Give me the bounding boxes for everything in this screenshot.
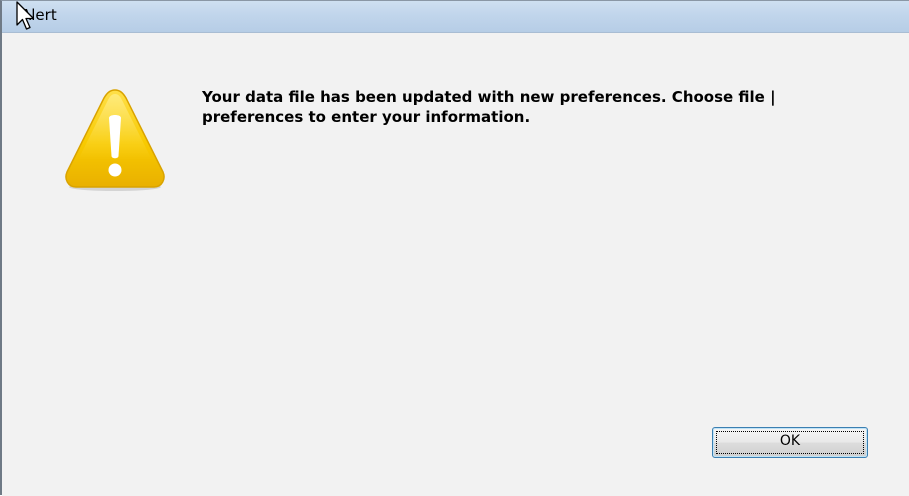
alert-message: Your data file has been updated with new… [202,88,776,126]
window-title: Alert [21,6,57,24]
title-bar[interactable]: Alert [2,1,909,33]
warning-icon [65,89,165,191]
alert-dialog-window: Alert Your data file has been updated wi… [0,0,909,496]
ok-button-label: OK [779,433,801,449]
ok-button[interactable]: OK [712,427,868,458]
